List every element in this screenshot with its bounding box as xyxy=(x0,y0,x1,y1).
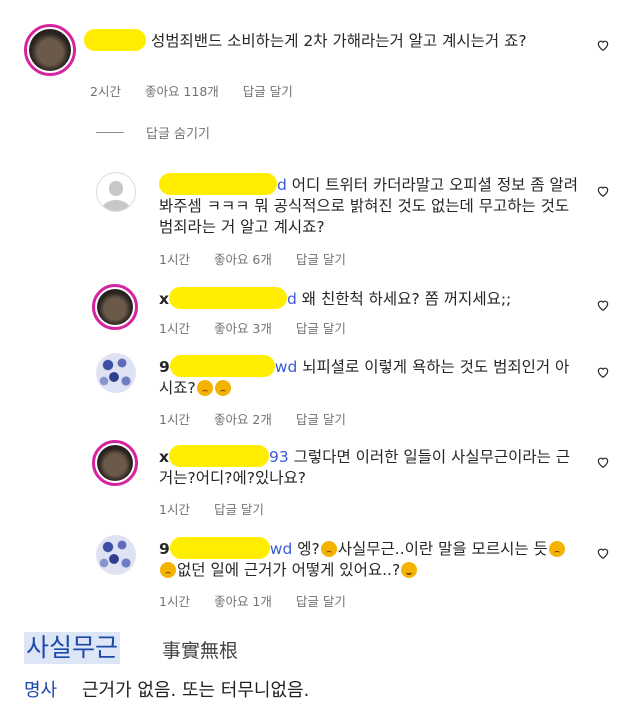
avatar[interactable] xyxy=(96,172,136,212)
comment-meta: 1시간 좋아요 1개 답글 달기 xyxy=(159,591,360,610)
avatar[interactable] xyxy=(96,353,136,393)
comment-text: x 93 그렇다면 이러한 일들이 사실무근이라는 근거는?어디?에?있나요? xyxy=(159,445,579,489)
username[interactable]: x xyxy=(159,448,169,466)
reply-button[interactable]: 답글 달기 xyxy=(243,84,293,99)
mention[interactable]: wd xyxy=(275,358,298,376)
like-count[interactable]: 좋아요 2개 xyxy=(214,412,272,427)
timestamp: 1시간 xyxy=(159,502,190,517)
username[interactable]: x xyxy=(159,290,169,308)
reply-button[interactable]: 답글 달기 xyxy=(296,252,346,267)
dictionary-part-of-speech: 명사 xyxy=(24,680,58,701)
reply-button[interactable]: 답글 달기 xyxy=(296,321,346,336)
username[interactable]: 9 xyxy=(159,358,170,376)
comment-meta: 1시간 좋아요 3개 답글 달기 xyxy=(159,318,360,337)
mention[interactable]: d xyxy=(287,290,297,308)
avatar[interactable] xyxy=(24,24,76,76)
mention[interactable]: d xyxy=(277,176,287,194)
comment-text: d 어디 트위터 카더라말고 오피셜 정보 좀 알려봐주셈 ㅋㅋㅋ 뭐 공식적으… xyxy=(159,173,579,238)
sad-face-emoji xyxy=(160,562,176,578)
heart-icon[interactable] xyxy=(596,38,610,52)
heart-icon[interactable] xyxy=(596,365,610,379)
timestamp: 2시간 xyxy=(90,84,121,99)
sad-face-emoji xyxy=(196,380,213,396)
comment-text: 9 wd 뇌피셜로 이렇게 욕하는 것도 범죄인거 아시죠? xyxy=(159,355,579,399)
comment-meta: 1시간 답글 달기 xyxy=(159,499,278,518)
avatar[interactable] xyxy=(92,440,138,486)
timestamp: 1시간 xyxy=(159,252,190,267)
sad-face-emoji xyxy=(214,380,231,396)
redacted-username xyxy=(169,355,275,377)
redacted-username xyxy=(169,445,269,467)
comment-meta: 2시간 좋아요 118개 답글 달기 xyxy=(90,81,307,100)
redacted-username xyxy=(169,287,287,309)
avatar[interactable] xyxy=(92,284,138,330)
like-count[interactable]: 좋아요 3개 xyxy=(214,321,272,336)
comment-meta: 1시간 좋아요 6개 답글 달기 xyxy=(159,249,360,268)
dictionary-hanja: 事實無根 xyxy=(162,640,239,662)
dictionary-headword[interactable]: 사실무근 xyxy=(24,632,121,664)
timestamp: 1시간 xyxy=(159,321,190,336)
heart-icon[interactable] xyxy=(596,298,610,312)
laughing-emoji xyxy=(401,562,418,578)
heart-icon[interactable] xyxy=(596,184,610,198)
mention[interactable]: wd xyxy=(270,540,293,558)
dictionary-definition: 근거가 없음. 또는 터무니없음. xyxy=(82,680,310,701)
comment-text: 성범죄밴드 소비하는게 2차 가해라는거 알고 계시는거 죠? xyxy=(84,29,584,52)
redacted-username xyxy=(84,29,146,51)
reply-button[interactable]: 답글 달기 xyxy=(214,502,264,517)
comment-text: xd 왜 친한척 하세요? 쫌 꺼지세요;; xyxy=(159,287,579,310)
avatar[interactable] xyxy=(96,535,136,575)
hide-replies-button[interactable]: 답글 숨기기 xyxy=(146,123,210,142)
redacted-username xyxy=(169,537,270,559)
reply-button[interactable]: 답글 달기 xyxy=(296,412,346,427)
timestamp: 1시간 xyxy=(159,594,190,609)
redacted-username xyxy=(159,173,277,195)
mention[interactable]: 93 xyxy=(269,448,289,466)
like-count[interactable]: 좋아요 118개 xyxy=(145,84,219,99)
timestamp: 1시간 xyxy=(159,412,190,427)
like-count[interactable]: 좋아요 6개 xyxy=(214,252,272,267)
heart-icon[interactable] xyxy=(596,546,610,560)
like-count[interactable]: 좋아요 1개 xyxy=(214,594,272,609)
comment-text: 9 wd 엥? 사실무근..이란 말을 모르시는 듯없던 일에 근거가 어떻게 있어… xyxy=(159,537,579,581)
reply-button[interactable]: 답글 달기 xyxy=(296,594,346,609)
divider xyxy=(96,132,124,133)
sad-face-emoji xyxy=(320,541,337,557)
sad-face-emoji xyxy=(548,541,565,557)
heart-icon[interactable] xyxy=(596,455,610,469)
username[interactable]: 9 xyxy=(159,540,170,558)
comment-meta: 1시간 좋아요 2개 답글 달기 xyxy=(159,409,360,428)
